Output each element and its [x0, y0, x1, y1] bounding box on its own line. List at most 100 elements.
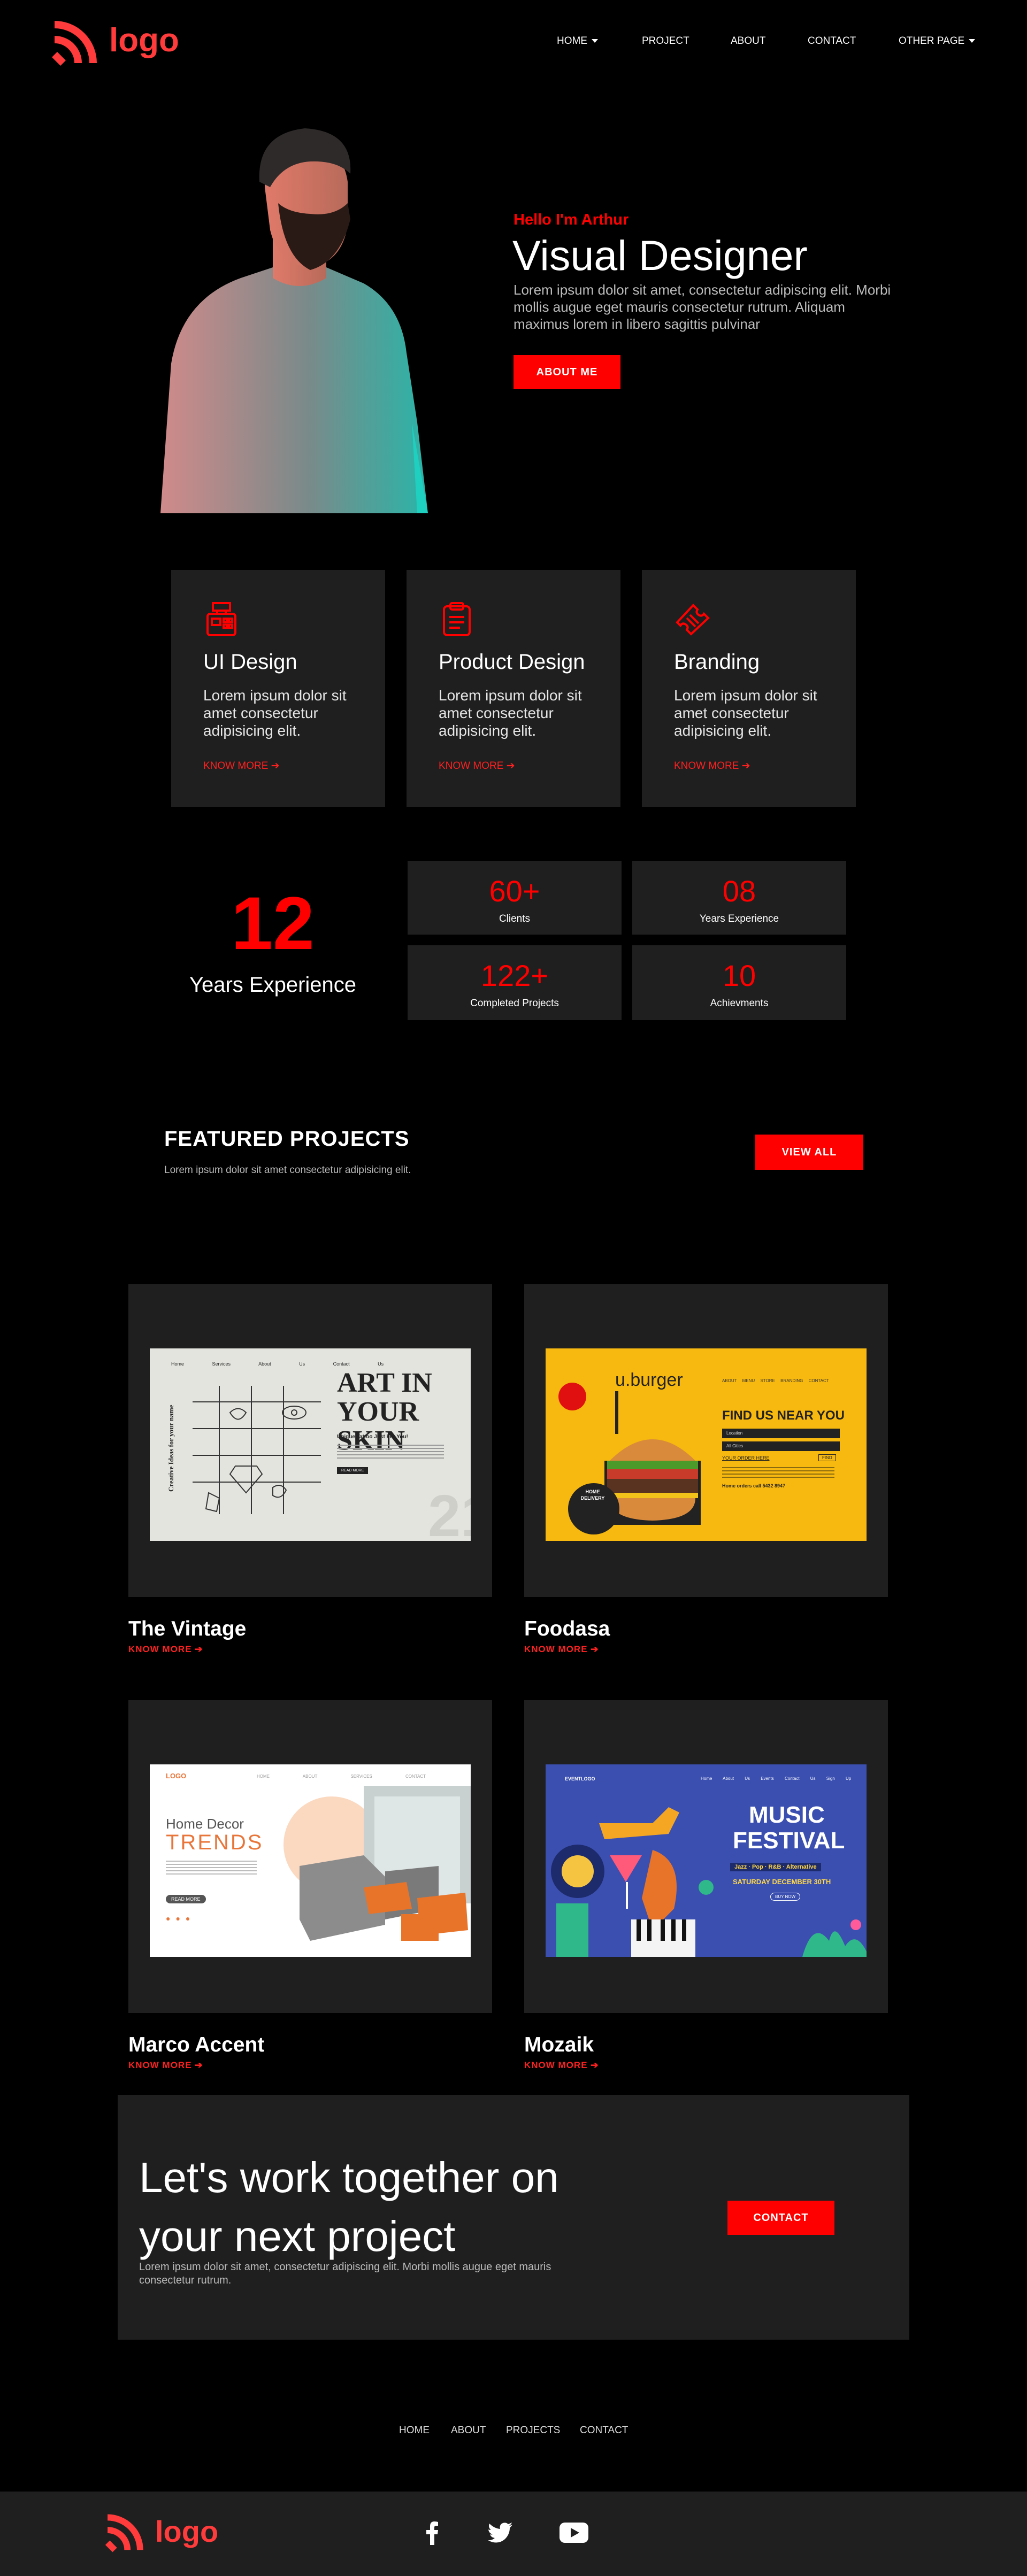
know-more-label: KNOW MORE	[524, 2060, 588, 2070]
footer-link-contact[interactable]: CONTACT	[580, 2425, 628, 2436]
footer-link-about[interactable]: ABOUT	[451, 2425, 486, 2436]
arrow-right-icon: ➔	[195, 2060, 203, 2070]
service-card[interactable]: Branding Lorem ipsum dolor sit amet cons…	[642, 570, 856, 807]
stat-value: 122+	[480, 959, 549, 992]
project-card[interactable]: Home Services About Us Contact Us Creati…	[128, 1284, 492, 1597]
project-thumbnail: EVENTLOGO Home About Us Events Contact U…	[546, 1764, 867, 1957]
footer-bar: logo	[0, 2492, 1027, 2576]
thumb-field: All Cities	[722, 1441, 840, 1451]
thumb-date: SATURDAY DECEMBER 30TH	[733, 1878, 831, 1886]
cta-headline: Let's work together on your next project	[139, 2148, 559, 2266]
footer-link-projects[interactable]: PROJECTS	[506, 2425, 560, 2436]
arrow-right-icon: ➔	[506, 760, 515, 772]
nav-contact[interactable]: CONTACT	[808, 35, 856, 47]
thumb-nav-item: Contact Us	[784, 1776, 816, 1781]
cta-headline-line: your next project	[139, 2212, 456, 2260]
service-card[interactable]: Product Design Lorem ipsum dolor sit ame…	[407, 570, 620, 807]
badge-line: DELIVERY	[580, 1495, 605, 1501]
nav-about[interactable]: ABOUT	[731, 35, 765, 47]
arrow-right-icon: ➔	[591, 2060, 599, 2070]
thumb-body	[722, 1467, 834, 1479]
project-title[interactable]: The Vintage	[128, 1617, 246, 1641]
service-title: Branding	[674, 650, 760, 674]
stat-card: 10 Achievments	[632, 945, 846, 1020]
furniture-image	[283, 1786, 471, 1941]
nav-other-page[interactable]: OTHER PAGE	[899, 35, 976, 47]
project-title[interactable]: Marco Accent	[128, 2033, 264, 2057]
thumb-nav-item: HOME	[257, 1774, 270, 1779]
know-more-label: KNOW MORE	[524, 1644, 588, 1654]
stat-label: Achievments	[710, 998, 769, 1009]
thumb-nav-item: Services	[212, 1361, 231, 1367]
thumb-nav-item: BRANDING	[780, 1378, 803, 1383]
thumb-tagline: Unique Tattoo Just For You!	[337, 1434, 408, 1440]
thumb-nav-item: ABOUT	[302, 1774, 318, 1779]
stat-value: 08	[722, 874, 756, 908]
logo-text: logo	[155, 2515, 219, 2548]
know-more-label: KNOW MORE	[128, 2060, 192, 2070]
youtube-icon[interactable]	[560, 2523, 588, 2543]
chevron-down-icon	[969, 39, 976, 43]
logo-mark-icon	[105, 2514, 143, 2552]
project-card[interactable]: EVENTLOGO Home About Us Events Contact U…	[524, 1700, 888, 2013]
thumb-nav: ABOUT MENU STORE BRANDING CONTACT	[722, 1378, 829, 1383]
know-more-link[interactable]: KNOW MORE ➔	[524, 2060, 599, 2071]
delivery-badge: HOME DELIVERY	[572, 1488, 613, 1501]
hero-title: Visual Designer	[512, 232, 808, 279]
thumb-brand: EVENTLOGO	[565, 1776, 595, 1781]
footer-logo[interactable]: logo	[105, 2511, 233, 2554]
stat-card: 08 Years Experience	[632, 861, 846, 935]
thumb-cta: READ MORE	[337, 1467, 369, 1474]
featured-title: FEATURED PROJECTS	[164, 1127, 410, 1151]
thumb-headline: Home Decor	[166, 1816, 244, 1832]
burger-image	[558, 1383, 701, 1534]
project-card[interactable]: u.burger ABOUT MENU STORE BRANDING CONTA…	[524, 1284, 888, 1597]
nav-home[interactable]: HOME	[557, 35, 598, 47]
nav-other-label: OTHER PAGE	[899, 35, 965, 47]
twitter-icon[interactable]	[488, 2523, 512, 2543]
thumb-nav-item: Home	[701, 1776, 712, 1781]
facebook-icon[interactable]	[426, 2521, 439, 2545]
arrow-right-icon: ➔	[271, 760, 280, 772]
footer-link-home[interactable]: HOME	[399, 2425, 430, 2436]
contact-button[interactable]: CONTACT	[727, 2201, 834, 2235]
thumb-nav-item: About Us	[258, 1361, 305, 1367]
stat-card: 122+ Completed Projects	[408, 945, 622, 1020]
cta-description: Lorem ipsum dolor sit amet, consectetur …	[139, 2261, 551, 2286]
know-more-link[interactable]: KNOW MORE ➔	[128, 2060, 203, 2071]
thumb-find: FIND	[818, 1454, 836, 1461]
project-title[interactable]: Mozaik	[524, 2033, 594, 2057]
cash-register-icon	[206, 602, 236, 636]
thumb-headline-line: ART IN	[337, 1368, 432, 1398]
badge-line: HOME	[585, 1489, 600, 1494]
know-more-link[interactable]: KNOW MORE ➔	[524, 1644, 599, 1655]
know-more-link[interactable]: KNOW MORE ➔	[128, 1644, 203, 1655]
thumb-nav: HOME ABOUT SERVICES CONTACT	[257, 1774, 426, 1779]
know-more-link[interactable]: KNOW MORE ➔	[439, 760, 515, 772]
experience-big-number: 12	[231, 881, 315, 965]
thumb-link: YOUR ORDER HERE	[722, 1455, 770, 1461]
ticket-icon	[676, 604, 710, 636]
project-card[interactable]: LOGO HOME ABOUT SERVICES CONTACT Home De…	[128, 1700, 492, 2013]
chevron-down-icon	[592, 39, 598, 43]
leaves-decoration-image	[802, 1919, 867, 1957]
featured-subtitle: Lorem ipsum dolor sit amet consectetur a…	[164, 1164, 411, 1176]
thumb-headline: FIND US NEAR YOU	[722, 1408, 845, 1423]
service-card[interactable]: UI Design Lorem ipsum dolor sit amet con…	[171, 570, 385, 807]
know-more-link[interactable]: KNOW MORE ➔	[203, 760, 280, 772]
service-description: Lorem ipsum dolor sit amet consectetur a…	[674, 687, 817, 739]
thumb-headline: TRENDS	[166, 1831, 264, 1854]
view-all-button[interactable]: VIEW ALL	[755, 1135, 863, 1170]
project-title[interactable]: Foodasa	[524, 1617, 610, 1641]
project-thumbnail: u.burger ABOUT MENU STORE BRANDING CONTA…	[546, 1348, 867, 1541]
thumb-nav-item: About Us	[723, 1776, 750, 1781]
nav-project[interactable]: PROJECT	[642, 35, 689, 47]
thumb-nav-item: Events	[761, 1776, 774, 1781]
thumb-side-text: Creative Ideas for your name	[167, 1405, 175, 1492]
about-me-button[interactable]: ABOUT ME	[514, 355, 620, 389]
know-more-link[interactable]: KNOW MORE ➔	[674, 760, 750, 772]
stat-value: 60+	[489, 874, 540, 908]
service-title: UI Design	[203, 650, 297, 674]
header-logo[interactable]: logo	[51, 19, 190, 67]
thumb-nav-item: CONTACT	[405, 1774, 426, 1779]
